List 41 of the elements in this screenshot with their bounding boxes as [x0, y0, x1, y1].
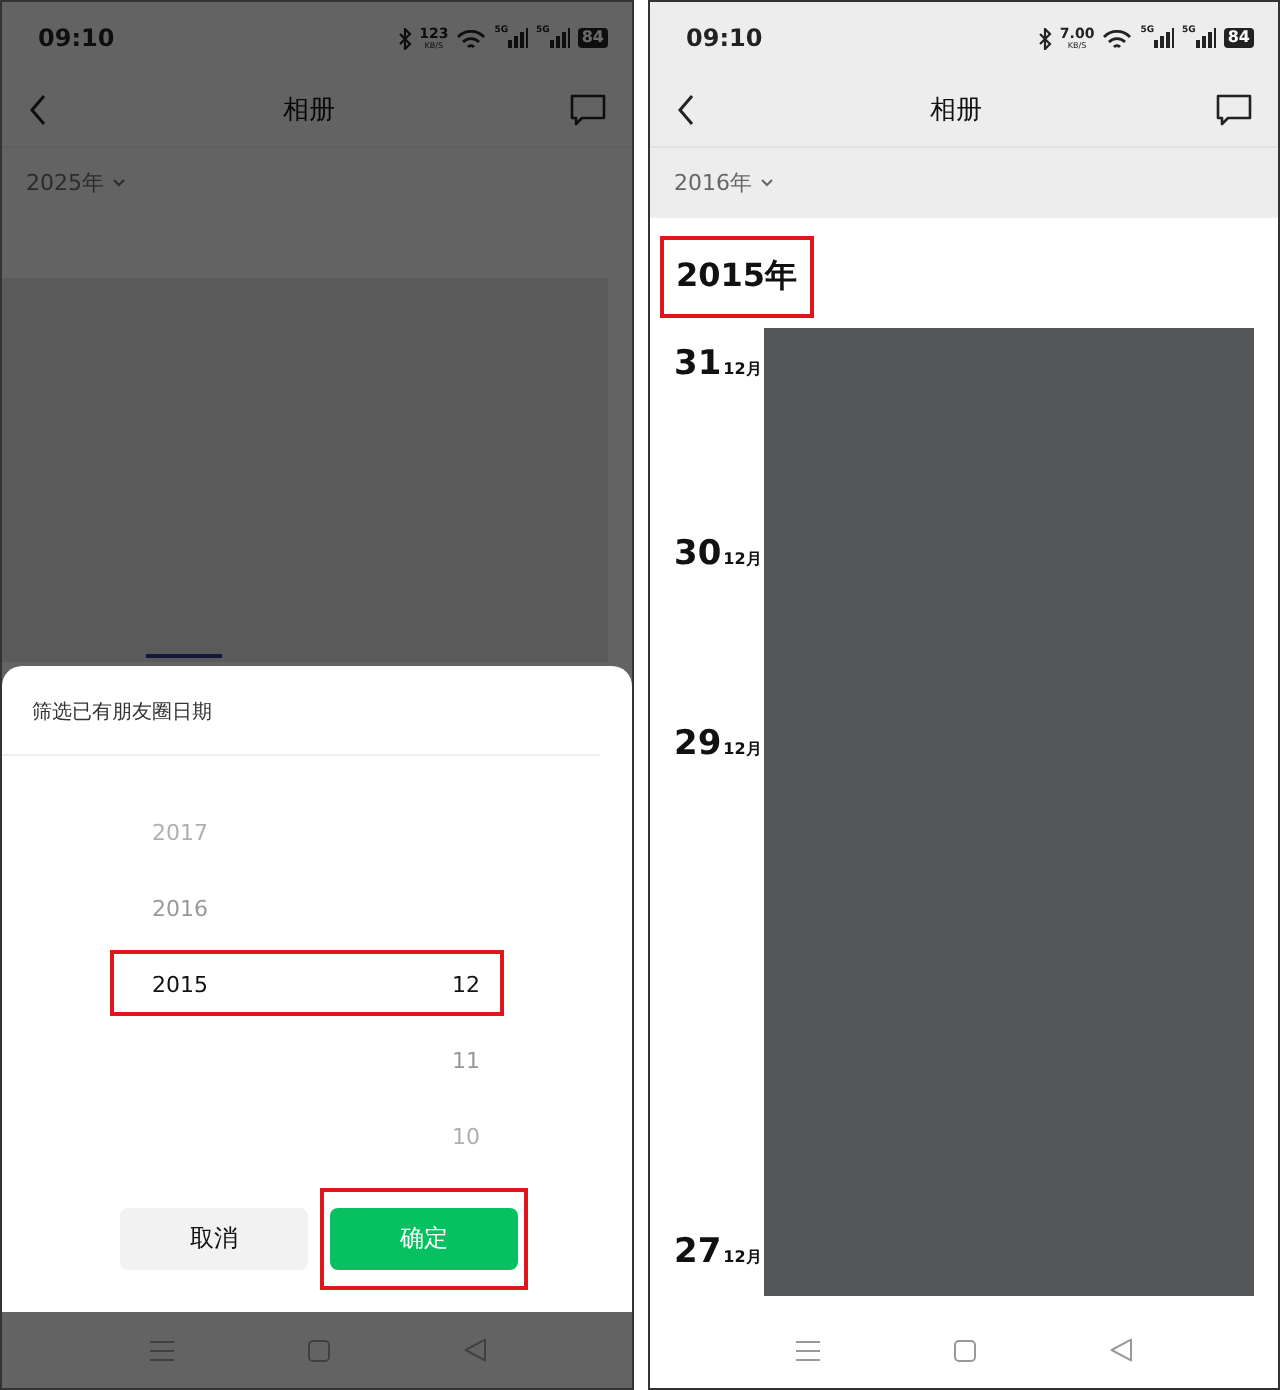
wifi-icon	[1102, 27, 1133, 49]
date-label: 29 12月	[674, 722, 764, 768]
wifi-icon	[456, 27, 487, 49]
date-label: 31 12月	[674, 342, 764, 388]
bluetooth-icon	[1037, 27, 1052, 49]
back-triangle-icon[interactable]	[463, 1338, 485, 1362]
status-time: 09:10	[686, 24, 763, 52]
sheet-title: 筛选已有朋友圈日期	[2, 666, 600, 756]
menu-icon[interactable]	[796, 1339, 821, 1361]
picker-option[interactable]: 2017	[152, 794, 452, 870]
signal-bars-icon	[549, 28, 570, 48]
back-triangle-icon[interactable]	[1109, 1338, 1132, 1362]
confirm-button[interactable]: 确定	[330, 1208, 518, 1270]
menu-icon[interactable]	[149, 1339, 173, 1361]
indicator-bar	[146, 654, 222, 658]
status-time: 09:10	[38, 24, 115, 52]
year-dropdown[interactable]: 2025年	[26, 168, 126, 198]
picker-option[interactable]: 10	[452, 1098, 552, 1174]
caret-icon	[112, 178, 126, 188]
home-icon[interactable]	[307, 1339, 329, 1361]
picker-option[interactable]: 11	[452, 1022, 552, 1098]
caret-icon	[760, 178, 774, 188]
date-label: 27 12月	[674, 1232, 764, 1276]
battery-indicator: 84	[1223, 28, 1254, 48]
year-heading: 2015年	[676, 256, 798, 294]
signal-bars-icon	[508, 28, 529, 48]
picker-option[interactable]: 2016	[152, 870, 452, 946]
back-icon[interactable]	[676, 94, 696, 126]
year-dropdown[interactable]: 2016年	[674, 168, 774, 198]
signal-bars-icon	[1154, 28, 1175, 48]
bluetooth-icon	[397, 27, 412, 49]
signal-bars-icon	[1195, 28, 1216, 48]
date-label: 30 12月	[674, 532, 764, 578]
page-title: 相册	[283, 94, 335, 128]
picker-option[interactable]: 12	[452, 946, 552, 1022]
battery-indicator: 84	[577, 28, 608, 48]
cancel-button[interactable]: 取消	[120, 1208, 308, 1270]
page-title: 相册	[930, 94, 982, 128]
picker-option[interactable]: 2015	[152, 946, 452, 1022]
message-icon[interactable]	[1216, 94, 1252, 126]
home-icon[interactable]	[953, 1339, 976, 1361]
